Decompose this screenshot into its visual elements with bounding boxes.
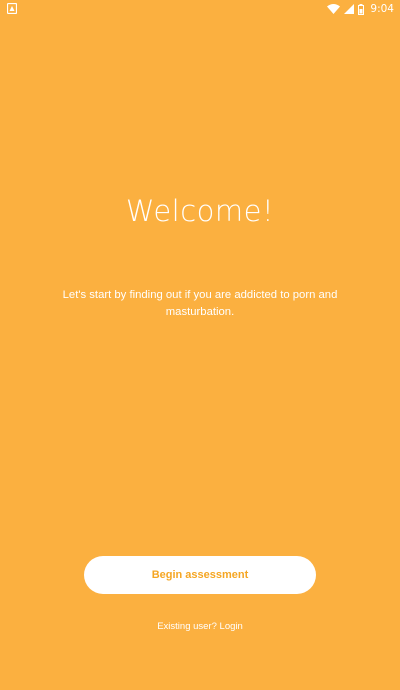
welcome-title: Welcome! — [125, 194, 275, 228]
login-row: Existing user? Login — [0, 620, 400, 634]
signal-icon — [344, 4, 355, 14]
wifi-icon — [327, 4, 341, 14]
intro-text: Let's start by finding out if you are ad… — [62, 289, 338, 318]
notification-icon — [7, 3, 17, 14]
status-time: 9:04 — [370, 3, 394, 15]
status-icons: 9:04 — [327, 2, 394, 16]
begin-assessment-button[interactable]: Begin assessment — [84, 556, 316, 594]
status-bar: 9:04 — [0, 0, 400, 18]
begin-assessment-label: Begin assessment — [151, 569, 249, 581]
existing-user-text: Existing user? — [157, 621, 217, 632]
battery-icon — [358, 3, 365, 15]
login-link[interactable]: Login — [220, 621, 243, 632]
